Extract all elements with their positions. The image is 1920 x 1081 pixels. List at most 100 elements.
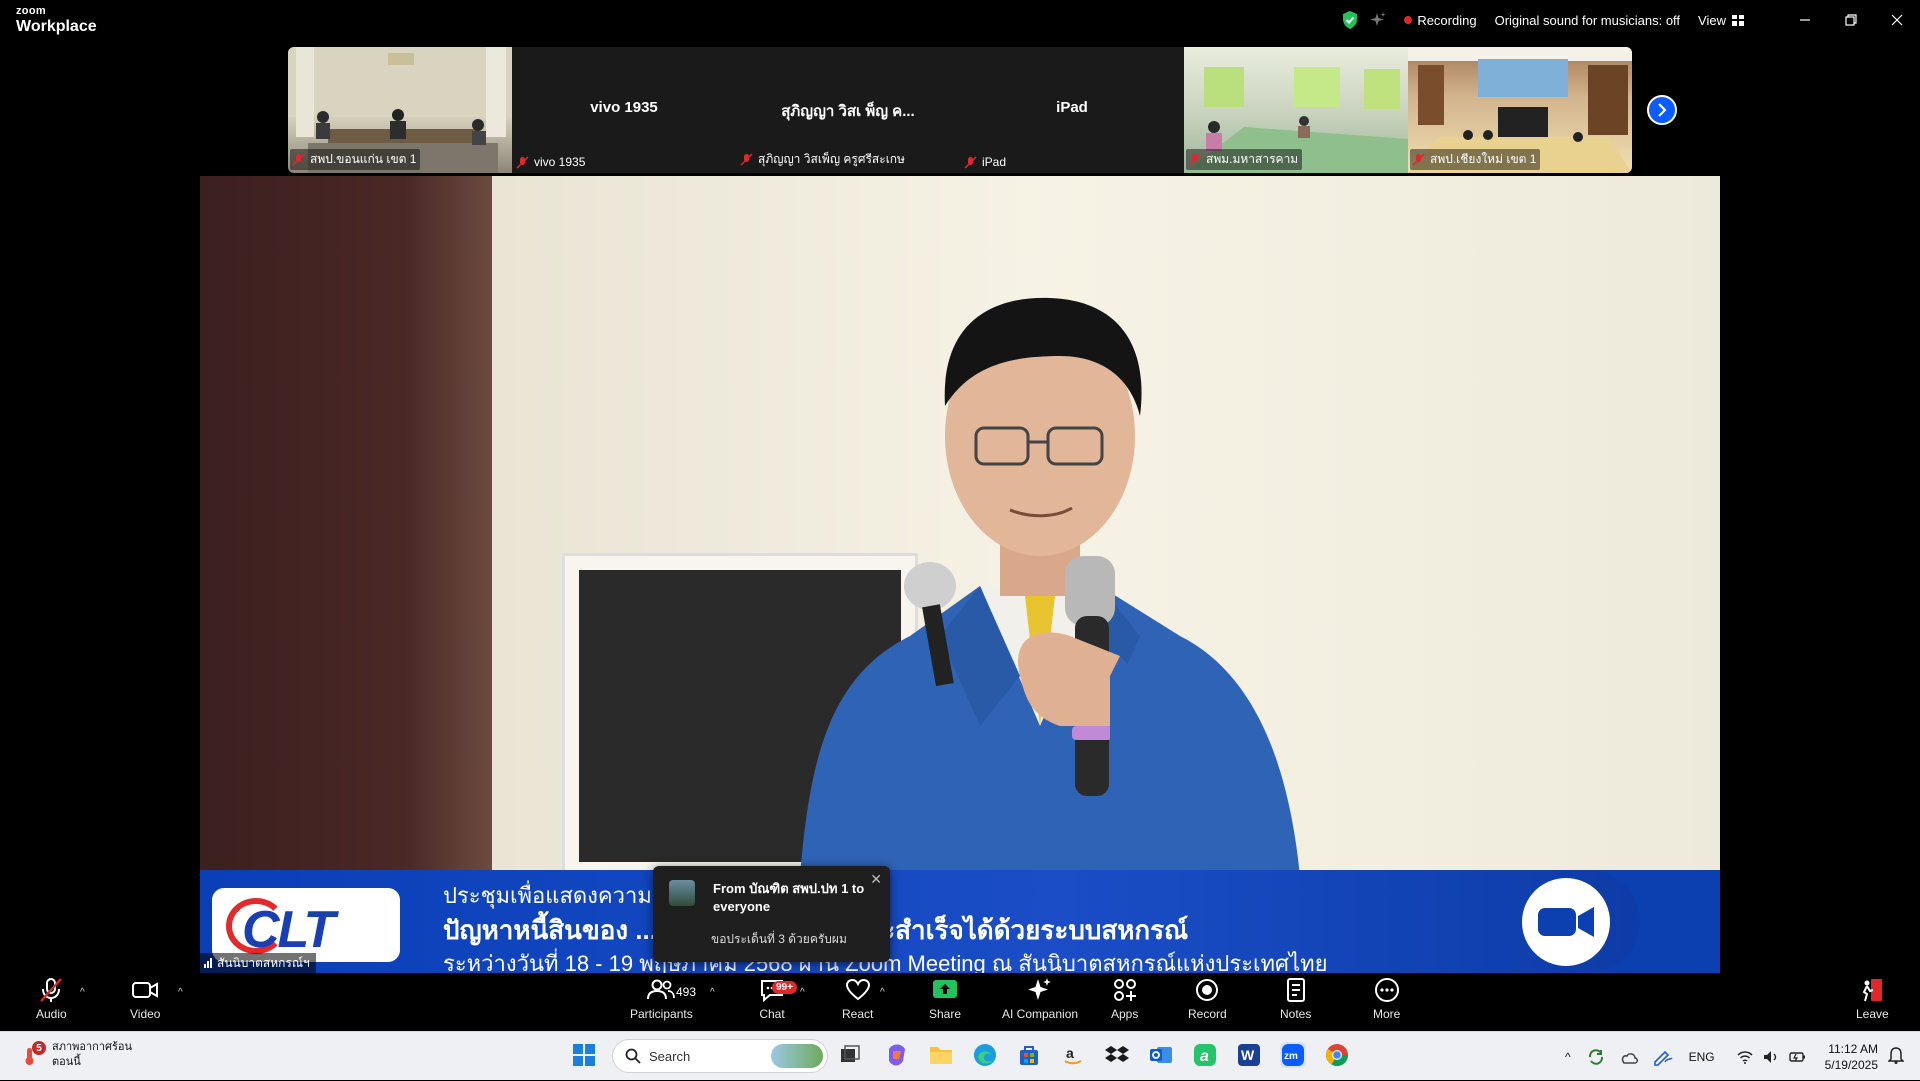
video-label: Video bbox=[130, 1007, 161, 1021]
leave-label: Leave bbox=[1856, 1007, 1889, 1021]
clt-logo: CLT bbox=[212, 888, 400, 962]
file-explorer-app[interactable] bbox=[928, 1042, 954, 1068]
clock[interactable]: 11:12 AM 5/19/2025 bbox=[1818, 1041, 1878, 1073]
sender-avatar bbox=[669, 880, 695, 906]
notes-button[interactable]: Notes bbox=[1280, 977, 1311, 1021]
title-bar: zoom Workplace Recording Original sound … bbox=[0, 0, 1920, 44]
participant-display-name: สุภิญญา วิสเ พ็ญ ค... bbox=[781, 103, 915, 120]
shield-check-icon[interactable] bbox=[1342, 11, 1358, 29]
clock-date: 5/19/2025 bbox=[1824, 1058, 1878, 1072]
recording-dot-icon bbox=[1404, 16, 1413, 24]
video-button[interactable]: Video bbox=[130, 977, 160, 1021]
edge-browser-app[interactable] bbox=[972, 1042, 998, 1068]
apps-button[interactable]: Apps bbox=[1111, 977, 1138, 1021]
chat-options-caret-icon[interactable]: ^ bbox=[800, 987, 805, 998]
video-options-caret-icon[interactable]: ^ bbox=[178, 987, 183, 998]
svg-text:zm: zm bbox=[1284, 1051, 1298, 1062]
copilot-app[interactable] bbox=[884, 1042, 910, 1068]
apps-icon bbox=[1113, 979, 1136, 1001]
participant-name-label: vivo 1935 bbox=[514, 154, 589, 170]
sync-icon[interactable] bbox=[1587, 1048, 1605, 1066]
participant-name-label: iPad bbox=[962, 154, 1010, 170]
share-label: Share bbox=[929, 1007, 962, 1021]
participants-icon bbox=[647, 979, 676, 1000]
weather-subtitle: ตอนนี้ bbox=[52, 1056, 81, 1068]
svg-text:a: a bbox=[1066, 1045, 1074, 1061]
next-page-button[interactable] bbox=[1647, 95, 1677, 125]
chat-sender: From บัณฑิต สพป.ปท 1 to everyone bbox=[713, 881, 865, 914]
muted-mic-icon bbox=[516, 155, 529, 169]
close-icon[interactable]: ✕ bbox=[870, 871, 882, 888]
restore-button[interactable] bbox=[1828, 0, 1874, 40]
show-hidden-icons-icon[interactable]: ^ bbox=[1565, 1050, 1571, 1064]
leave-button[interactable]: Leave bbox=[1856, 977, 1889, 1021]
participant-name-label: สพม.มหาสารคาม bbox=[1186, 149, 1303, 170]
word-icon: W bbox=[1238, 1044, 1260, 1066]
volume-icon[interactable] bbox=[1763, 1050, 1779, 1064]
video-camera-icon bbox=[132, 982, 159, 998]
participant-name: iPad bbox=[982, 155, 1007, 169]
audio-options-caret-icon[interactable]: ^ bbox=[80, 987, 85, 998]
word-app[interactable]: W bbox=[1236, 1042, 1262, 1068]
participant-tile[interactable]: สพป.เชียงใหม่ เขต 1 bbox=[1408, 47, 1632, 173]
participant-tile[interactable]: สพป.ขอนแก่น เขต 1 bbox=[288, 47, 512, 173]
store-app[interactable] bbox=[1016, 1042, 1042, 1068]
wifi-icon[interactable] bbox=[1737, 1050, 1753, 1064]
participant-tile[interactable]: สพม.มหาสารคาม bbox=[1184, 47, 1408, 173]
weather-widget[interactable]: 5 สภาพอากาศร้อน ตอนนี้ bbox=[22, 1040, 132, 1070]
chat-unread-badge: 99+ bbox=[772, 981, 797, 994]
chat-notification[interactable]: From บัณฑิต สพป.ปท 1 to everyone ขอประเด… bbox=[653, 866, 890, 962]
windows-start-icon bbox=[573, 1044, 595, 1066]
participant-thumbnail-strip: สพป.ขอนแก่น เขต 1 vivo 1935 vivo 1935 สุ… bbox=[288, 47, 1632, 173]
original-sound-label[interactable]: Original sound for musicians: off bbox=[1495, 13, 1680, 28]
speaker-name: สันนิบาตสหกรณ์ฯ bbox=[217, 955, 310, 970]
participant-name: สพม.มหาสารคาม bbox=[1206, 152, 1299, 166]
sparkle-icon[interactable] bbox=[1370, 12, 1386, 28]
share-button[interactable]: Share bbox=[929, 977, 961, 1021]
participant-tile[interactable]: iPad iPad bbox=[960, 47, 1184, 173]
ai-companion-button[interactable]: AI Companion bbox=[1002, 977, 1078, 1021]
react-button[interactable]: React bbox=[842, 977, 873, 1021]
pen-input-icon[interactable] bbox=[1653, 1048, 1673, 1066]
chat-message: ขอประเด็นที่ 3 ด้วยครับผม bbox=[711, 932, 847, 946]
more-button[interactable]: More bbox=[1373, 977, 1400, 1021]
participant-tile[interactable]: vivo 1935 vivo 1935 bbox=[512, 47, 736, 173]
input-language[interactable]: ENG bbox=[1689, 1050, 1715, 1064]
outlook-app[interactable] bbox=[1148, 1042, 1174, 1068]
react-label: React bbox=[842, 1007, 874, 1021]
ai-sparkle-icon bbox=[1028, 978, 1052, 1000]
more-icon bbox=[1374, 978, 1399, 1002]
onedrive-cloud-icon[interactable] bbox=[1619, 1050, 1639, 1064]
active-speaker-video[interactable]: CLT ประชุมเพื่อแสดงความ ปัญหาหนี้สินของ … bbox=[200, 176, 1720, 973]
react-options-caret-icon[interactable]: ^ bbox=[880, 987, 885, 998]
muted-mic-icon bbox=[292, 153, 305, 166]
participant-tile[interactable]: สุภิญญา วิสเ พ็ญ ค... สุภิญญา วิสเพ็ญ คร… bbox=[736, 47, 960, 173]
minimize-button[interactable] bbox=[1782, 0, 1828, 40]
folder-icon bbox=[930, 1047, 952, 1064]
weather-alert-badge: 5 bbox=[32, 1041, 46, 1055]
svg-text:a: a bbox=[1200, 1048, 1209, 1065]
recording-label[interactable]: Recording bbox=[1417, 13, 1476, 28]
notifications-button[interactable] bbox=[1886, 1044, 1906, 1066]
record-button[interactable]: Record bbox=[1188, 977, 1227, 1021]
view-button[interactable]: View bbox=[1698, 13, 1744, 28]
audio-button[interactable]: Audio bbox=[36, 977, 67, 1021]
participant-name: vivo 1935 bbox=[534, 155, 586, 169]
notification-bell-icon bbox=[1888, 1047, 1904, 1064]
record-label: Record bbox=[1188, 1007, 1227, 1021]
task-view-button[interactable] bbox=[837, 1042, 863, 1068]
event-banner: CLT ประชุมเพื่อแสดงความ ปัญหาหนี้สินของ … bbox=[200, 870, 1720, 973]
chrome-app[interactable] bbox=[1324, 1042, 1350, 1068]
battery-icon[interactable] bbox=[1788, 1050, 1807, 1064]
close-button[interactable] bbox=[1874, 0, 1920, 40]
taskbar-search[interactable]: Search bbox=[612, 1039, 828, 1073]
participants-button[interactable]: Participants bbox=[630, 977, 693, 1021]
start-button[interactable] bbox=[571, 1042, 597, 1068]
dropbox-app[interactable] bbox=[1104, 1042, 1130, 1068]
participants-options-caret-icon[interactable]: ^ bbox=[710, 987, 715, 998]
amazon-app[interactable]: a bbox=[1060, 1042, 1086, 1068]
line-app[interactable]: a bbox=[1192, 1042, 1218, 1068]
muted-mic-icon bbox=[1188, 153, 1201, 166]
minimize-icon bbox=[1800, 19, 1810, 21]
zoom-app[interactable]: zm bbox=[1280, 1042, 1306, 1068]
